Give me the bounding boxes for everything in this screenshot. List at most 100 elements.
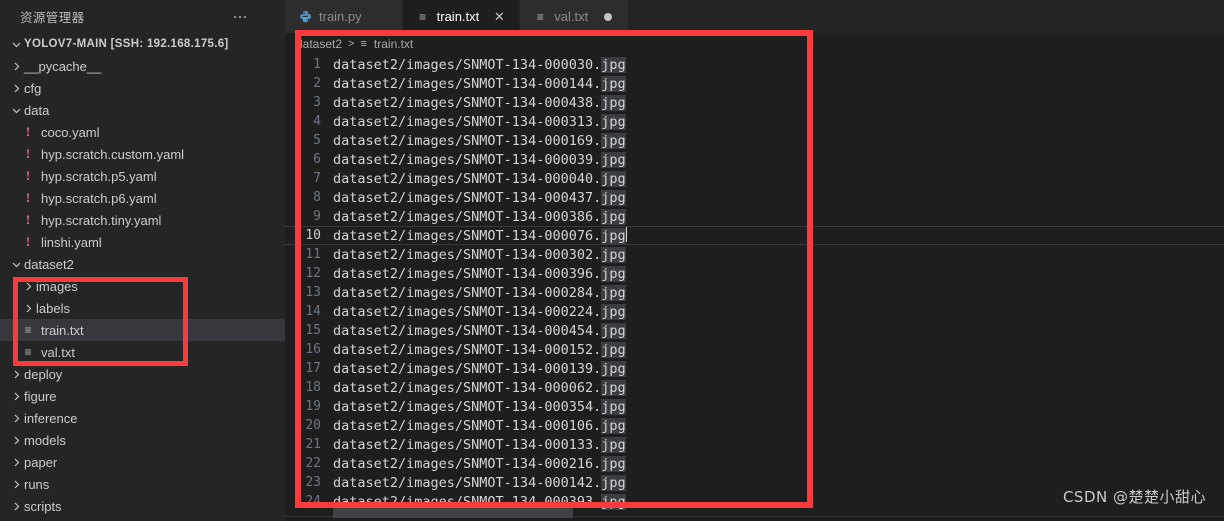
horizontal-scrollbar[interactable] xyxy=(285,508,1224,518)
tree-item-paper[interactable]: paper xyxy=(0,451,285,473)
code-line[interactable]: 20 dataset2/images/SNMOT-134-000106.jpg xyxy=(285,416,1224,435)
line-text[interactable]: dataset2/images/SNMOT-134-000139.jpg xyxy=(333,360,626,377)
tree-item-cfg[interactable]: cfg xyxy=(0,77,285,99)
line-text[interactable]: dataset2/images/SNMOT-134-000040.jpg xyxy=(333,170,626,187)
code-line[interactable]: 17 dataset2/images/SNMOT-134-000139.jpg xyxy=(285,359,1224,378)
code-line[interactable]: 14 dataset2/images/SNMOT-134-000224.jpg xyxy=(285,302,1224,321)
tab-val-txt[interactable]: ≡ val.txt xyxy=(520,0,630,33)
chevron-right-icon[interactable] xyxy=(8,454,24,470)
line-text[interactable]: dataset2/images/SNMOT-134-000302.jpg xyxy=(333,246,626,263)
line-text[interactable]: dataset2/images/SNMOT-134-000076.jpg xyxy=(333,227,627,244)
code-line[interactable]: 7 dataset2/images/SNMOT-134-000040.jpg xyxy=(285,169,1224,188)
tab-dirty-indicator-icon[interactable] xyxy=(598,7,618,27)
tree-item-deploy[interactable]: deploy xyxy=(0,363,285,385)
chevron-right-icon[interactable] xyxy=(8,388,24,404)
yaml-file-icon: ! xyxy=(25,124,31,139)
line-text[interactable]: dataset2/images/SNMOT-134-000396.jpg xyxy=(333,265,626,282)
code-line[interactable]: 19 dataset2/images/SNMOT-134-000354.jpg xyxy=(285,397,1224,416)
line-text-prefix: dataset2/images/SNMOT-134-000313. xyxy=(333,113,602,130)
code-line[interactable]: 13 dataset2/images/SNMOT-134-000284.jpg xyxy=(285,283,1224,302)
tree-item-scripts[interactable]: scripts xyxy=(0,495,285,517)
line-text-prefix: dataset2/images/SNMOT-134-000076. xyxy=(333,227,602,244)
chevron-right-icon[interactable] xyxy=(8,410,24,426)
code-line[interactable]: 15 dataset2/images/SNMOT-134-000454.jpg xyxy=(285,321,1224,340)
chevron-right-icon[interactable] xyxy=(8,498,24,514)
chevron-right-icon[interactable] xyxy=(8,476,24,492)
line-text[interactable]: dataset2/images/SNMOT-134-000313.jpg xyxy=(333,113,626,130)
tree-item-figure[interactable]: figure xyxy=(0,385,285,407)
tab-close-icon[interactable]: ✕ xyxy=(489,7,509,27)
tree-item-inference[interactable]: inference xyxy=(0,407,285,429)
line-text[interactable]: dataset2/images/SNMOT-134-000354.jpg xyxy=(333,398,626,415)
chevron-down-icon[interactable] xyxy=(8,256,24,272)
line-text-highlight: jpg xyxy=(601,360,626,377)
tree-item-coco-yaml[interactable]: ! coco.yaml xyxy=(0,121,285,143)
line-text[interactable]: dataset2/images/SNMOT-134-000106.jpg xyxy=(333,417,626,434)
breadcrumb-file[interactable]: train.txt xyxy=(374,37,413,51)
code-line[interactable]: 3 dataset2/images/SNMOT-134-000438.jpg xyxy=(285,93,1224,112)
tree-item-label: linshi.yaml xyxy=(41,234,102,250)
chevron-right-icon[interactable] xyxy=(8,366,24,382)
tree-root-yolov7-main[interactable]: YOLOV7-MAIN [SSH: 192.168.175.6] xyxy=(0,33,285,55)
code-line[interactable]: 1 dataset2/images/SNMOT-134-000030.jpg xyxy=(285,55,1224,74)
line-text-prefix: dataset2/images/SNMOT-134-000062. xyxy=(333,379,602,396)
tree-item-hyp-scratch-p5-yaml[interactable]: ! hyp.scratch.p5.yaml xyxy=(0,165,285,187)
chevron-right-icon[interactable] xyxy=(20,278,36,294)
line-text[interactable]: dataset2/images/SNMOT-134-000284.jpg xyxy=(333,284,626,301)
line-text-prefix: dataset2/images/SNMOT-134-000216. xyxy=(333,455,602,472)
code-line[interactable]: 21 dataset2/images/SNMOT-134-000133.jpg xyxy=(285,435,1224,454)
tree-item-images[interactable]: images xyxy=(0,275,285,297)
code-line[interactable]: 18 dataset2/images/SNMOT-134-000062.jpg xyxy=(285,378,1224,397)
line-text[interactable]: dataset2/images/SNMOT-134-000169.jpg xyxy=(333,132,626,149)
explorer-sidebar: 资源管理器 YOLOV7-MAIN [SSH: 192.168.175.6] _… xyxy=(0,0,285,521)
tab-train-txt[interactable]: ≡ train.txt ✕ xyxy=(402,0,521,33)
chevron-right-icon[interactable] xyxy=(8,58,24,74)
tree-item-models[interactable]: models xyxy=(0,429,285,451)
tree-item-data[interactable]: data xyxy=(0,99,285,121)
tree-item-hyp-scratch-tiny-yaml[interactable]: ! hyp.scratch.tiny.yaml xyxy=(0,209,285,231)
line-text[interactable]: dataset2/images/SNMOT-134-000386.jpg xyxy=(333,208,626,225)
code-line[interactable]: 10 dataset2/images/SNMOT-134-000076.jpg xyxy=(285,226,1224,245)
chevron-right-icon[interactable] xyxy=(20,300,36,316)
tree-item-train-txt[interactable]: ≡ train.txt xyxy=(0,319,285,341)
code-line[interactable]: 4 dataset2/images/SNMOT-134-000313.jpg xyxy=(285,112,1224,131)
code-line[interactable]: 11 dataset2/images/SNMOT-134-000302.jpg xyxy=(285,245,1224,264)
line-text[interactable]: dataset2/images/SNMOT-134-000152.jpg xyxy=(333,341,626,358)
line-text[interactable]: dataset2/images/SNMOT-134-000438.jpg xyxy=(333,94,626,111)
tree-item-dataset2[interactable]: dataset2 xyxy=(0,253,285,275)
more-actions-icon[interactable] xyxy=(227,6,253,28)
chevron-right-icon[interactable] xyxy=(8,80,24,96)
chevron-right-icon[interactable] xyxy=(8,432,24,448)
breadcrumb-folder[interactable]: dataset2 xyxy=(296,37,342,51)
code-line[interactable]: 8 dataset2/images/SNMOT-134-000437.jpg xyxy=(285,188,1224,207)
tree-item-hyp-scratch-custom-yaml[interactable]: ! hyp.scratch.custom.yaml xyxy=(0,143,285,165)
tab-train-py[interactable]: train.py xyxy=(285,0,403,33)
line-text[interactable]: dataset2/images/SNMOT-134-000142.jpg xyxy=(333,474,626,491)
code-editor[interactable]: 1 dataset2/images/SNMOT-134-000030.jpg 2 da… xyxy=(285,55,1224,521)
code-line[interactable]: 22 dataset2/images/SNMOT-134-000216.jpg xyxy=(285,454,1224,473)
line-text[interactable]: dataset2/images/SNMOT-134-000039.jpg xyxy=(333,151,626,168)
horizontal-scrollbar-thumb[interactable] xyxy=(333,508,573,518)
tree-item-val-txt[interactable]: ≡ val.txt xyxy=(0,341,285,363)
code-line[interactable]: 12 dataset2/images/SNMOT-134-000396.jpg xyxy=(285,264,1224,283)
tree-item-runs[interactable]: runs xyxy=(0,473,285,495)
line-text[interactable]: dataset2/images/SNMOT-134-000437.jpg xyxy=(333,189,626,206)
line-text[interactable]: dataset2/images/SNMOT-134-000144.jpg xyxy=(333,75,626,92)
code-line[interactable]: 16 dataset2/images/SNMOT-134-000152.jpg xyxy=(285,340,1224,359)
line-text[interactable]: dataset2/images/SNMOT-134-000133.jpg xyxy=(333,436,626,453)
tree-item-labels[interactable]: labels xyxy=(0,297,285,319)
code-line[interactable]: 2 dataset2/images/SNMOT-134-000144.jpg xyxy=(285,74,1224,93)
tree-item--pycache-[interactable]: __pycache__ xyxy=(0,55,285,77)
line-text[interactable]: dataset2/images/SNMOT-134-000224.jpg xyxy=(333,303,626,320)
tree-item-hyp-scratch-p6-yaml[interactable]: ! hyp.scratch.p6.yaml xyxy=(0,187,285,209)
chevron-down-icon[interactable] xyxy=(8,102,24,118)
line-text[interactable]: dataset2/images/SNMOT-134-000216.jpg xyxy=(333,455,626,472)
line-text[interactable]: dataset2/images/SNMOT-134-000030.jpg xyxy=(333,56,626,73)
line-text[interactable]: dataset2/images/SNMOT-134-000454.jpg xyxy=(333,322,626,339)
line-text-highlight: jpg xyxy=(601,94,626,111)
tree-item-linshi-yaml[interactable]: ! linshi.yaml xyxy=(0,231,285,253)
line-text[interactable]: dataset2/images/SNMOT-134-000062.jpg xyxy=(333,379,626,396)
code-line[interactable]: 9 dataset2/images/SNMOT-134-000386.jpg xyxy=(285,207,1224,226)
code-line[interactable]: 6 dataset2/images/SNMOT-134-000039.jpg xyxy=(285,150,1224,169)
code-line[interactable]: 5 dataset2/images/SNMOT-134-000169.jpg xyxy=(285,131,1224,150)
